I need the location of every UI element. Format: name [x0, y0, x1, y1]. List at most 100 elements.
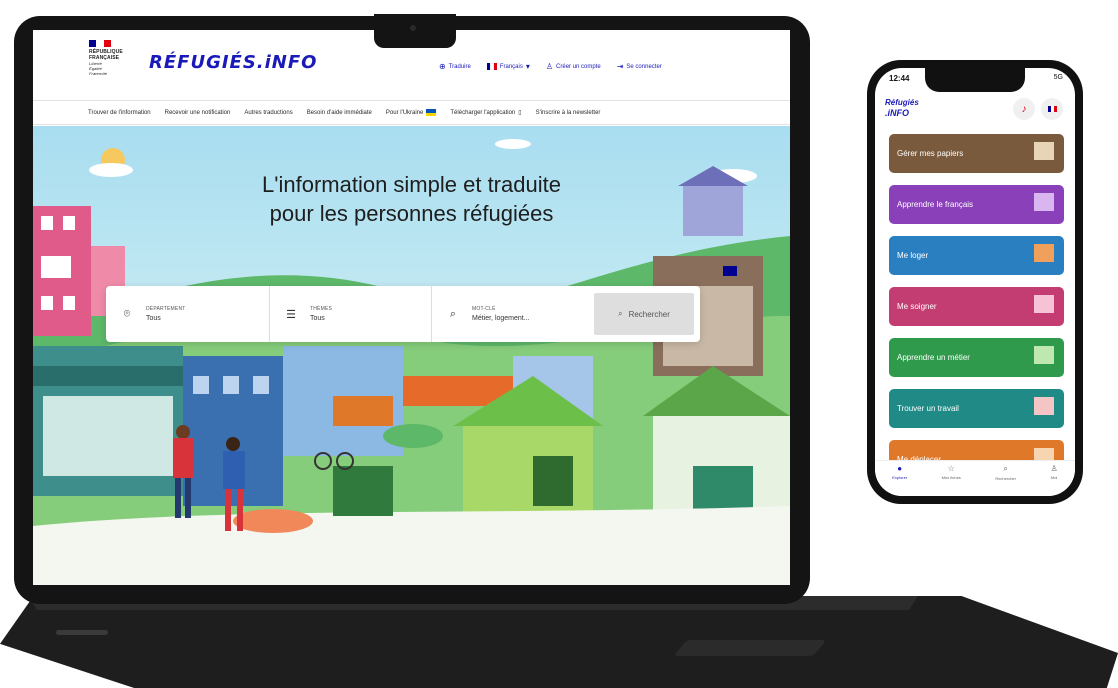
- user-icon: ♙: [545, 62, 554, 71]
- documents-icon: [1034, 142, 1054, 160]
- cloud-icon: [495, 139, 531, 149]
- card-work[interactable]: Trouver un travail: [889, 389, 1064, 428]
- location-icon: ⌾: [123, 307, 131, 320]
- person-head: [176, 425, 190, 439]
- card-label: Apprendre un métier: [897, 353, 970, 362]
- laptop-ports: [56, 630, 108, 635]
- flag-ua-icon: [426, 109, 437, 116]
- create-account-link[interactable]: ♙ Créer un compte: [546, 62, 601, 71]
- hero-title-line: pour les personnes réfugiées: [269, 201, 554, 226]
- card-label: Me loger: [897, 251, 929, 260]
- nav-item-download-app[interactable]: Télécharger l'application ▯: [450, 109, 521, 117]
- hero-section: L'information simple et traduite pour le…: [33, 126, 790, 585]
- house-icon: [1034, 244, 1054, 262]
- window: [63, 296, 75, 310]
- nav-item-ukraine[interactable]: Pour l'Ukraine: [386, 109, 437, 116]
- card-label: Apprendre le français: [897, 200, 974, 209]
- hero-title-line: L'information simple et traduite: [262, 172, 561, 197]
- language-label: Français: [499, 63, 523, 70]
- gov-logo[interactable]: RÉPUBLIQUE FRANÇAISE Liberté Égalité Fra…: [89, 40, 129, 76]
- header-links: ⊕ Traduire Français ▾ ♙ Créer un compte ⇥ Se…: [439, 62, 662, 71]
- bus: [333, 396, 393, 426]
- card-label: Gérer mes papiers: [897, 149, 964, 158]
- tab-label: Moi: [1050, 475, 1058, 480]
- nav-label: Recevoir une notification: [164, 109, 231, 116]
- book-icon: [1034, 193, 1054, 211]
- globe-icon: ⊕: [439, 62, 446, 71]
- nav-item-newsletter[interactable]: S'inscrire à la newsletter: [536, 110, 601, 116]
- tab-label: Explorer: [892, 475, 908, 480]
- gate: [333, 466, 393, 516]
- bell-icon: ♪: [1021, 103, 1027, 115]
- tab-search[interactable]: ⌕ Rechercher: [995, 464, 1016, 496]
- hero-title: L'information simple et traduite pour le…: [33, 170, 790, 228]
- person-leg: [185, 478, 191, 518]
- card-french[interactable]: Apprendre le français: [889, 185, 1064, 224]
- search-icon: ⌕: [449, 307, 457, 320]
- person-body: [223, 451, 245, 489]
- nav-item-urgent-help[interactable]: Besoin d'aide immédiate: [307, 110, 372, 116]
- site-logo[interactable]: RÉFUGIÉS.iNFO: [149, 52, 317, 73]
- training-icon: [1034, 346, 1054, 364]
- tab-profile[interactable]: ♙ Moi: [1051, 464, 1058, 496]
- translate-link[interactable]: ⊕ Traduire: [439, 62, 471, 71]
- roundabout: [383, 424, 443, 448]
- phone-notch: [925, 68, 1025, 92]
- person-leg: [225, 489, 231, 531]
- department-field[interactable]: ⌾ DÉPARTEMENT Tous: [106, 286, 270, 342]
- search-bar: ⌾ DÉPARTEMENT Tous ☰ THÈMES Tous ⌕ MOT-C…: [106, 286, 700, 342]
- themes-field[interactable]: ☰ THÈMES Tous: [270, 286, 432, 342]
- card-health[interactable]: Me soigner: [889, 287, 1064, 326]
- home-icon: ●: [897, 464, 903, 473]
- window: [41, 256, 71, 278]
- keyword-label: MOT-CLÉ: [472, 306, 496, 312]
- keyword-value: Métier, logement...: [472, 315, 530, 322]
- flag-fr-icon: [723, 266, 737, 276]
- nav-label: S'inscrire à la newsletter: [535, 109, 601, 116]
- door: [533, 456, 573, 506]
- language-select[interactable]: Français ▾: [486, 62, 530, 71]
- card-papers[interactable]: Gérer mes papiers: [889, 134, 1064, 173]
- nav-item-notification[interactable]: Recevoir une notification: [165, 110, 231, 116]
- keyword-field[interactable]: ⌕ MOT-CLÉ Métier, logement...: [432, 286, 592, 342]
- theme-cards: Gérer mes papiers Apprendre le français …: [889, 134, 1064, 491]
- login-label: Se connecter: [626, 63, 662, 70]
- search-button[interactable]: ⌕ Rechercher: [594, 293, 694, 335]
- window: [193, 376, 209, 394]
- laptop-notch: [374, 14, 456, 48]
- window: [253, 376, 269, 394]
- phone-logo-suffix: .iNFO: [885, 108, 909, 118]
- nav-label: Pour l'Ukraine: [385, 109, 424, 116]
- shop-awning: [33, 366, 183, 386]
- person-leg: [175, 478, 181, 518]
- card-training[interactable]: Apprendre un métier: [889, 338, 1064, 377]
- main-nav: Trouver de l'information Recevoir une no…: [33, 100, 790, 125]
- nav-label: Trouver de l'information: [88, 109, 151, 116]
- tab-my-sheets[interactable]: ☆ Mes fiches: [942, 464, 961, 496]
- nav-item-translations[interactable]: Autres traductions: [244, 110, 292, 116]
- translate-label: Traduire: [448, 63, 471, 70]
- nav-label: Besoin d'aide immédiate: [306, 109, 372, 116]
- phone-time: 12:44: [889, 74, 910, 83]
- chevron-down-icon: ▾: [525, 62, 530, 71]
- create-account-label: Créer un compte: [556, 63, 601, 70]
- themes-value: Tous: [310, 315, 325, 322]
- gov-motto-line: Fraternité: [89, 71, 108, 76]
- search-button-label: Rechercher: [628, 309, 670, 319]
- notification-button[interactable]: ♪: [1013, 98, 1035, 120]
- phone-screen: 12:44 5G Réfugiés .iNFO ♪ Gérer mes papi…: [875, 68, 1075, 496]
- person-head: [226, 437, 240, 451]
- themes-label: THÈMES: [310, 306, 333, 312]
- tab-explore[interactable]: ● Explorer: [892, 464, 907, 496]
- tab-label: Mes fiches: [941, 475, 961, 480]
- person-leg: [237, 489, 243, 531]
- health-icon: [1034, 295, 1054, 313]
- login-icon: ⇥: [616, 62, 624, 71]
- flag-fr-icon: [486, 63, 497, 70]
- card-label: Me soigner: [897, 302, 937, 311]
- nav-item-find-info[interactable]: Trouver de l'information: [88, 110, 151, 116]
- login-link[interactable]: ⇥ Se connecter: [617, 62, 662, 71]
- shop-window: [43, 396, 173, 476]
- language-button[interactable]: [1041, 98, 1063, 120]
- card-housing[interactable]: Me loger: [889, 236, 1064, 275]
